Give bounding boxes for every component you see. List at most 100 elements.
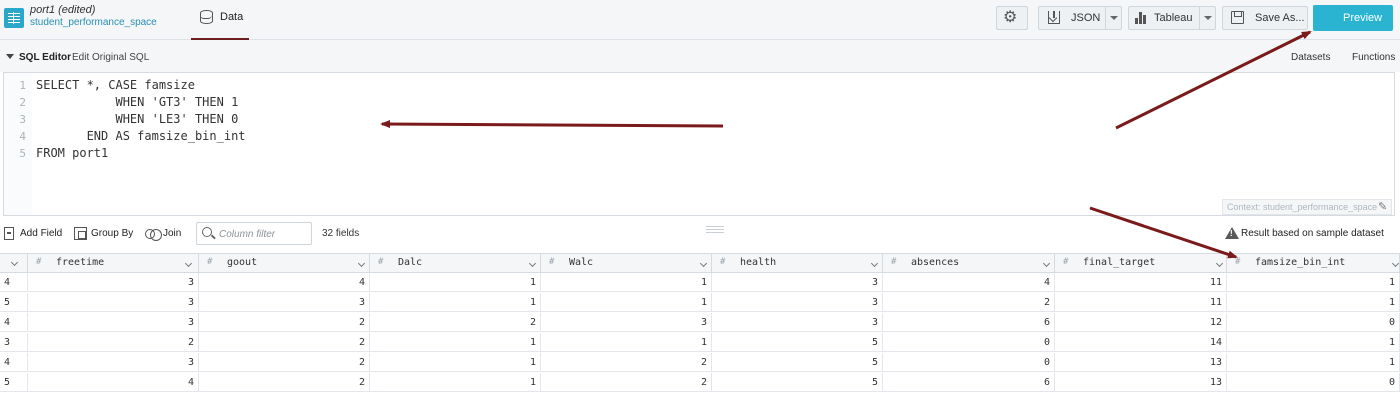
table-cell[interactable]: 4 <box>199 273 370 292</box>
column-header[interactable]: # famsize_bin_int <box>1227 253 1400 273</box>
edit-original-sql-link[interactable]: Edit Original SQL <box>72 52 149 63</box>
panel-resize-handle[interactable] <box>706 226 724 233</box>
table-cell[interactable]: 1 <box>370 333 541 352</box>
table-cell[interactable]: 1 <box>1227 273 1400 292</box>
table-cell[interactable]: 3 <box>712 273 883 292</box>
column-header[interactable]: # absences <box>883 253 1055 273</box>
add-field-button[interactable]: Add Field <box>20 228 62 239</box>
dataset-grid-icon[interactable] <box>4 8 24 28</box>
table-cell[interactable]: 3 <box>712 293 883 312</box>
table-cell[interactable]: 3 <box>712 313 883 332</box>
table-cell[interactable]: 1 <box>370 353 541 372</box>
save-as-button[interactable]: Save As... <box>1222 6 1308 30</box>
table-cell[interactable]: 2 <box>370 313 541 332</box>
collapse-triangle-icon[interactable] <box>6 54 14 59</box>
project-space-link[interactable]: student_performance_space <box>30 17 157 28</box>
chevron-down-icon[interactable] <box>1042 259 1051 268</box>
table-cell[interactable]: 6 <box>883 313 1055 332</box>
table-cell[interactable]: 1 <box>370 373 541 392</box>
table-cell[interactable]: 3 <box>28 293 199 312</box>
column-header[interactable]: # Walc <box>541 253 712 273</box>
tab-data[interactable]: Data <box>191 0 249 40</box>
chevron-down-icon[interactable] <box>699 259 708 268</box>
column-filter[interactable] <box>196 222 312 245</box>
column-header[interactable]: # Dalc <box>370 253 541 273</box>
sql-editor[interactable]: 1 2 3 4 5 SELECT *, CASE famsize WHEN 'G… <box>3 72 1395 216</box>
table-cell[interactable]: 1 <box>1227 353 1400 372</box>
table-cell[interactable]: 2 <box>541 353 712 372</box>
join-button[interactable]: Join <box>163 228 181 239</box>
table-cell[interactable]: 6 <box>883 373 1055 392</box>
pencil-icon[interactable]: ✎ <box>1378 200 1387 213</box>
code-line[interactable]: END AS famsize_bin_int <box>36 129 246 143</box>
chevron-down-icon[interactable] <box>357 259 366 268</box>
table-cell[interactable]: 0 <box>883 333 1055 352</box>
table-cell[interactable]: 4 <box>28 373 199 392</box>
column-header[interactable]: # final_target <box>1055 253 1227 273</box>
preview-button[interactable]: Preview <box>1313 5 1393 31</box>
table-cell[interactable]: 5 <box>712 353 883 372</box>
table-cell[interactable]: 13 <box>1055 353 1227 372</box>
table-cell[interactable]: 2 <box>199 333 370 352</box>
table-cell[interactable]: 1 <box>370 293 541 312</box>
table-row[interactable]: 4 3 4 1 1 3 4 11 1 <box>0 273 1400 292</box>
table-cell[interactable]: 0 <box>1227 373 1400 392</box>
table-row[interactable]: 4 3 2 1 2 5 0 13 1 <box>0 353 1400 372</box>
code-line[interactable]: WHEN 'GT3' THEN 1 <box>36 95 238 109</box>
table-cell[interactable]: 1 <box>541 333 712 352</box>
functions-link[interactable]: Functions <box>1352 52 1395 63</box>
table-cell[interactable]: 0 <box>883 353 1055 372</box>
table-cell[interactable]: 4 <box>883 273 1055 292</box>
table-cell[interactable]: 2 <box>199 373 370 392</box>
table-cell[interactable]: 3 <box>28 353 199 372</box>
table-cell[interactable]: 3 <box>28 313 199 332</box>
column-filter-input[interactable] <box>219 227 309 241</box>
code-line[interactable]: FROM port1 <box>36 146 108 160</box>
chevron-down-icon[interactable] <box>1204 16 1212 20</box>
table-cell[interactable]: 1 <box>1227 333 1400 352</box>
table-row[interactable]: 4 3 2 2 3 3 6 12 0 <box>0 313 1400 332</box>
table-cell[interactable]: 12 <box>1055 313 1227 332</box>
group-by-icon <box>74 227 87 240</box>
chevron-down-icon[interactable] <box>10 258 19 267</box>
table-cell[interactable]: 3 <box>541 313 712 332</box>
table-cell[interactable]: 2 <box>883 293 1055 312</box>
table-cell[interactable]: 1 <box>1227 293 1400 312</box>
chevron-down-icon[interactable] <box>1110 16 1118 20</box>
table-cell[interactable]: 5 <box>712 333 883 352</box>
table-row[interactable]: 3 2 2 1 1 5 0 14 1 <box>0 333 1400 352</box>
column-header[interactable]: # health <box>712 253 883 273</box>
table-cell[interactable]: 3 <box>28 273 199 292</box>
row-index-header[interactable] <box>0 253 28 273</box>
column-header[interactable]: # goout <box>199 253 370 273</box>
datasets-link[interactable]: Datasets <box>1291 52 1330 63</box>
group-by-button[interactable]: Group By <box>91 228 133 239</box>
table-cell[interactable]: 2 <box>199 353 370 372</box>
chevron-down-icon[interactable] <box>1391 259 1400 268</box>
tableau-button[interactable]: Tableau <box>1128 6 1216 30</box>
chevron-down-icon[interactable] <box>528 259 537 268</box>
chevron-down-icon[interactable] <box>184 259 193 268</box>
export-json-button[interactable]: JSON <box>1038 6 1122 30</box>
table-cell[interactable]: 2 <box>28 333 199 352</box>
code-line[interactable]: WHEN 'LE3' THEN 0 <box>36 112 238 126</box>
table-cell[interactable]: 3 <box>199 293 370 312</box>
table-row[interactable]: 5 3 3 1 1 3 2 11 1 <box>0 293 1400 312</box>
table-cell[interactable]: 1 <box>541 273 712 292</box>
table-cell[interactable]: 2 <box>541 373 712 392</box>
column-header[interactable]: # freetime <box>28 253 199 273</box>
settings-button[interactable]: ⚙ <box>996 6 1028 30</box>
table-cell[interactable]: 14 <box>1055 333 1227 352</box>
table-row[interactable]: 5 4 2 1 2 5 6 13 0 <box>0 373 1400 392</box>
code-line[interactable]: SELECT *, CASE famsize <box>36 78 195 92</box>
table-cell[interactable]: 11 <box>1055 273 1227 292</box>
table-cell[interactable]: 0 <box>1227 313 1400 332</box>
table-cell[interactable]: 13 <box>1055 373 1227 392</box>
table-cell[interactable]: 2 <box>199 313 370 332</box>
table-cell[interactable]: 1 <box>370 273 541 292</box>
table-cell[interactable]: 1 <box>541 293 712 312</box>
chevron-down-icon[interactable] <box>1215 259 1224 268</box>
table-cell[interactable]: 5 <box>712 373 883 392</box>
table-cell[interactable]: 11 <box>1055 293 1227 312</box>
chevron-down-icon[interactable] <box>870 259 879 268</box>
